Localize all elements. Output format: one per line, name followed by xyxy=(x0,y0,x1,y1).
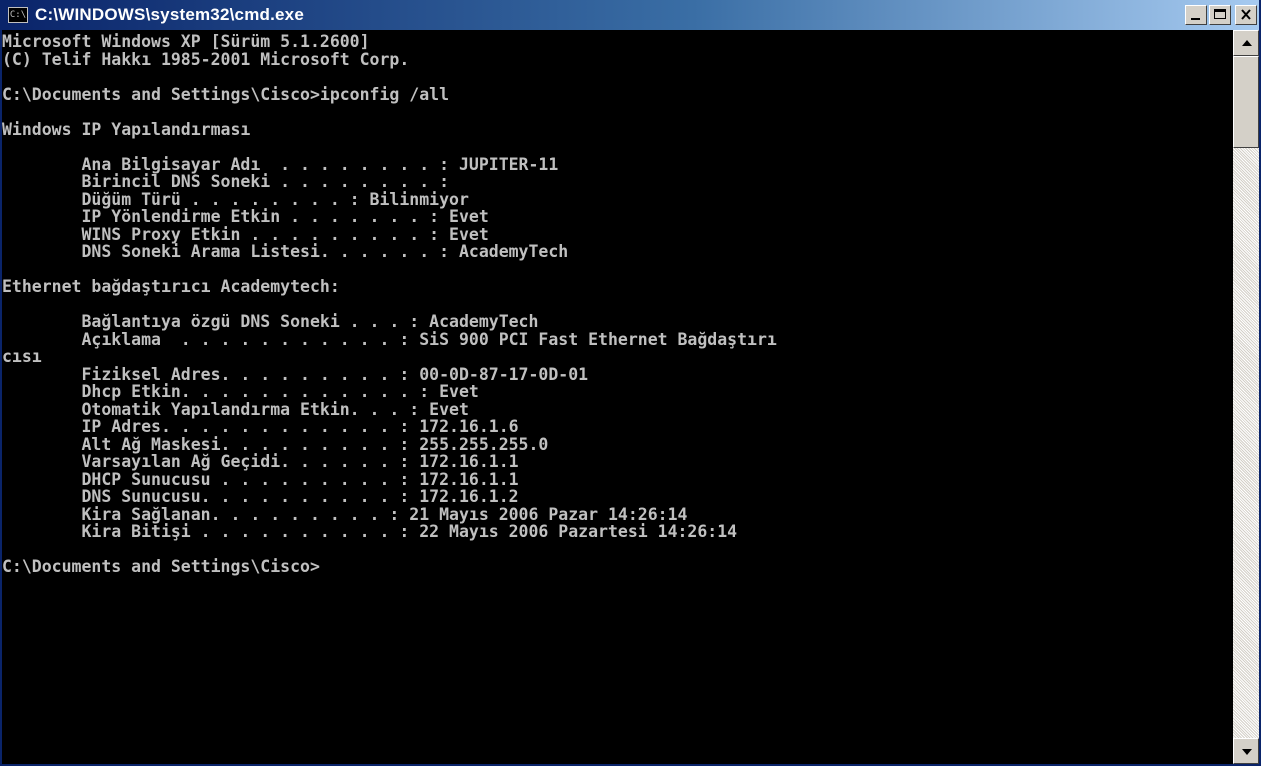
arrow-up-icon xyxy=(1242,40,1252,46)
console-line: Bağlantıya özgü DNS Soneki . . . : Acade… xyxy=(2,312,539,331)
close-button[interactable] xyxy=(1235,5,1257,25)
scroll-down-button[interactable] xyxy=(1233,738,1259,764)
console-line: IP Yönlendirme Etkin . . . . . . . : Eve… xyxy=(2,207,489,226)
console-line: Düğüm Türü . . . . . . . . : Bilinmiyor xyxy=(2,189,469,209)
cmd-window: C:\ C:\WINDOWS\system32\cmd.exe Microsof… xyxy=(0,0,1261,766)
window-title: C:\WINDOWS\system32\cmd.exe xyxy=(35,5,304,24)
scrollbar-thumb[interactable] xyxy=(1233,56,1259,148)
console-line: (C) Telif Hakkı 1985-2001 Microsoft Corp… xyxy=(2,49,410,69)
arrow-down-icon xyxy=(1242,749,1252,755)
maximize-icon xyxy=(1214,9,1226,19)
console-line: DHCP Sunucusu . . . . . . . . . : 172.16… xyxy=(2,469,519,489)
console-line: Fiziksel Adres. . . . . . . . . : 00-0D-… xyxy=(2,364,589,384)
console-line: Açıklama . . . . . . . . . . . : SiS 900… xyxy=(2,329,777,349)
console-line: cısı xyxy=(2,347,42,366)
console-line: Dhcp Etkin. . . . . . . . . . . . : Evet xyxy=(2,382,479,401)
console-line: WINS Proxy Etkin . . . . . . . . . : Eve… xyxy=(2,224,489,244)
title-bar[interactable]: C:\ C:\WINDOWS\system32\cmd.exe xyxy=(2,0,1259,30)
console-line: DNS Sunucusu. . . . . . . . . . : 172.16… xyxy=(2,487,519,506)
console-line: Ethernet bağdaştırıcı Academytech: xyxy=(2,277,340,296)
console-line: Varsayılan Ağ Geçidi. . . . . . : 172.16… xyxy=(2,452,519,471)
console-line: Ana Bilgisayar Adı . . . . . . . . : JUP… xyxy=(2,154,559,174)
close-icon xyxy=(1241,9,1251,20)
console-line: Windows IP Yapılandırması xyxy=(2,119,251,139)
vertical-scrollbar[interactable] xyxy=(1233,30,1259,764)
window-controls xyxy=(1185,5,1257,25)
console-line: DNS Soneki Arama Listesi. . . . . . : Ac… xyxy=(2,242,569,261)
minimize-icon xyxy=(1191,18,1200,20)
console-line: Birincil DNS Soneki . . . . . . . . : xyxy=(2,172,450,191)
console-line: Otomatik Yapılandırma Etkin. . . : Evet xyxy=(2,399,469,419)
maximize-button[interactable] xyxy=(1209,5,1231,25)
console-line: Alt Ağ Maskesi. . . . . . . . . : 255.25… xyxy=(2,434,549,454)
console-line: C:\Documents and Settings\Cisco>ipconfig… xyxy=(2,84,450,104)
console-prompt-line[interactable]: C:\Documents and Settings\Cisco> xyxy=(2,557,320,576)
console-line: Kira Sağlanan. . . . . . . . . : 21 Mayı… xyxy=(2,504,688,524)
console-app-icon[interactable]: C:\ xyxy=(8,7,28,23)
console-line: Kira Bitişi . . . . . . . . . . : 22 May… xyxy=(2,522,738,541)
scroll-up-button[interactable] xyxy=(1233,30,1259,56)
minimize-button[interactable] xyxy=(1185,5,1207,25)
console-line: IP Adres. . . . . . . . . . . . : 172.16… xyxy=(2,417,519,436)
console-text: Microsoft Windows XP [Sürüm 5.1.2600] (C… xyxy=(2,30,1233,576)
console-line: Microsoft Windows XP [Sürüm 5.1.2600] xyxy=(2,32,370,51)
console-output-area[interactable]: Microsoft Windows XP [Sürüm 5.1.2600] (C… xyxy=(2,30,1233,764)
